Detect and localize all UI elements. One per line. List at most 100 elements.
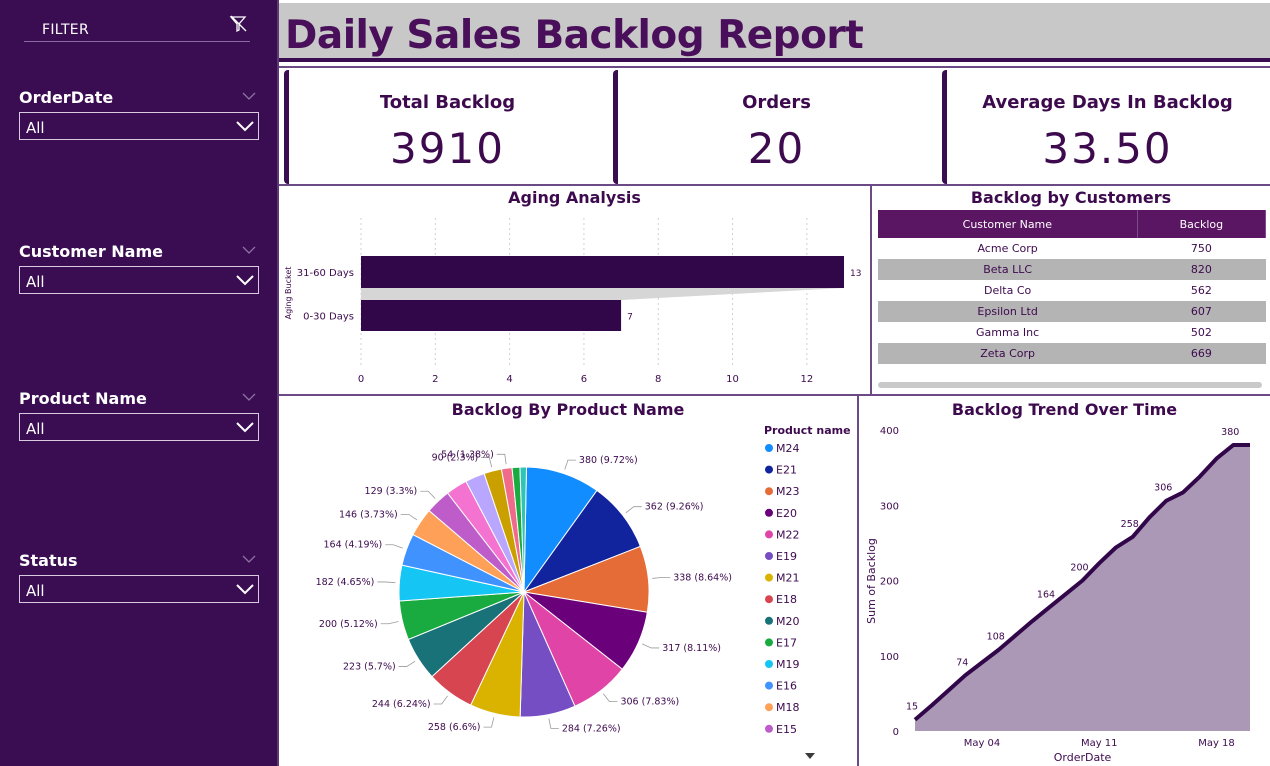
table-row[interactable]: Gamma Inc 502 [878, 322, 1266, 343]
data-label: 7 [627, 313, 633, 323]
kpi-label: Average Days In Backlog [982, 92, 1233, 113]
clear-filter-icon[interactable] [228, 14, 248, 34]
cell-backlog: 607 [1137, 301, 1266, 322]
legend-marker [765, 508, 773, 517]
backlog-area-chart: 400 300 200 100 0 15 74 108 164 200 258 306 380 May 0… [865, 426, 1250, 764]
horizontal-scrollbar[interactable] [878, 382, 1262, 388]
customer-table: Customer Name Backlog Acme Corp 750 Beta … [878, 210, 1267, 364]
y-tick-label: 0 [893, 727, 899, 738]
kpi-card-total-backlog[interactable]: Total Backlog 3910 [284, 70, 606, 184]
table-row[interactable]: Epsilon Ltd 607 [878, 301, 1266, 322]
leader-line [496, 453, 507, 465]
collapse-chevron-icon[interactable] [241, 88, 257, 104]
leader-line [603, 693, 618, 703]
collapse-chevron-icon[interactable] [241, 389, 257, 405]
table-row[interactable]: Beta LLC 820 [878, 259, 1266, 280]
backlog-by-customers-visual[interactable]: Backlog by Customers Customer Name Backl… [872, 186, 1270, 396]
column-header-backlog[interactable]: Backlog [1137, 210, 1267, 238]
x-tick-label: 10 [726, 374, 739, 385]
legend-marker [765, 465, 773, 474]
cell-customer: Gamma Inc [976, 326, 1040, 339]
kpi-value: 20 [747, 124, 806, 173]
cell-backlog: 502 [1190, 326, 1212, 339]
legend-marker [765, 638, 773, 647]
x-tick-label: 0 [358, 374, 364, 385]
leader-line [400, 513, 418, 521]
report-canvas: Daily Sales Backlog Report Total Backlog… [277, 0, 1270, 766]
x-tick-label: 12 [800, 374, 813, 385]
legend-item: E18 [776, 593, 797, 606]
table-row[interactable]: Zeta Corp 669 [878, 343, 1266, 364]
slicer-status: Status All [19, 551, 259, 603]
collapse-chevron-icon[interactable] [241, 242, 257, 258]
status-dropdown[interactable]: All [19, 575, 259, 603]
point-data-label: 108 [987, 632, 1005, 643]
slice-data-label: 362 (9.26%) [645, 502, 704, 513]
aging-analysis-visual[interactable]: Aging Analysis 0 2 4 6 8 10 12 31-60 Days 13 0-30… [279, 186, 872, 396]
table-row[interactable]: Acme Corp 750 [878, 238, 1266, 259]
leader-line [380, 621, 399, 625]
product-pie-chart: 380 (9.72%) 362 (9.26%) 338 (8.64%) 317 (8.… [316, 424, 851, 759]
y-tick-label: 400 [880, 426, 899, 437]
legend-marker [765, 487, 773, 496]
column-header-customer-name[interactable]: Customer Name [878, 210, 1138, 238]
chevron-down-icon [236, 275, 254, 286]
legend-item: M24 [776, 442, 800, 455]
point-data-label: 164 [1037, 590, 1055, 601]
kpi-label: Total Backlog [379, 92, 516, 113]
leader-line [652, 576, 671, 579]
kpi-row: Total Backlog 3910 Orders 20 Average Day… [279, 66, 1270, 186]
cell-customer: Epsilon Ltd [878, 301, 1138, 322]
x-tick-label: May 11 [1081, 738, 1118, 749]
slice-data-label: 223 (5.7%) [343, 662, 396, 673]
slice-data-label: 200 (5.12%) [319, 619, 378, 630]
x-tick-label: 6 [581, 374, 587, 385]
dropdown-value: All [26, 119, 45, 137]
y-tick-label: 31-60 Days [297, 268, 354, 279]
orderdate-dropdown[interactable]: All [19, 112, 259, 140]
legend-item: E20 [776, 507, 797, 520]
legend-item: E16 [776, 680, 797, 693]
area-fill [915, 445, 1250, 731]
legend-title: Product name [764, 424, 851, 437]
cell-backlog: 562 [1190, 284, 1212, 297]
y-tick-label: 300 [880, 501, 899, 512]
legend-marker [765, 616, 773, 625]
y-axis-label: Aging Bucket [284, 267, 293, 320]
y-tick-label: 0-30 Days [303, 312, 354, 323]
report-title: Daily Sales Backlog Report [285, 13, 864, 58]
kpi-card-average-days[interactable]: Average Days In Backlog 33.50 [942, 70, 1268, 184]
leader-line [641, 643, 660, 649]
chevron-down-icon [236, 584, 254, 595]
leader-line [625, 506, 642, 514]
point-data-label: 380 [1221, 427, 1239, 438]
table-row[interactable]: Delta Co 562 [878, 280, 1266, 301]
leader-line [564, 459, 576, 470]
legend-marker [765, 573, 773, 582]
bar [361, 300, 622, 331]
dropdown-value: All [26, 420, 45, 438]
collapse-chevron-icon[interactable] [241, 551, 257, 567]
legend-item: M23 [776, 485, 800, 498]
filter-pane: FILTER OrderDate All Customer Name All P… [0, 0, 277, 766]
product-name-dropdown[interactable]: All [19, 413, 259, 441]
legend-item: E15 [776, 723, 797, 736]
legend-marker [765, 552, 773, 560]
kpi-card-orders[interactable]: Orders 20 [613, 70, 935, 184]
slicer-title: Product Name [19, 389, 147, 408]
customer-name-dropdown[interactable]: All [19, 266, 259, 294]
x-tick-label: 8 [655, 374, 661, 385]
slice-data-label: 244 (6.24%) [372, 699, 431, 710]
backlog-trend-visual[interactable]: Backlog Trend Over Time 400 300 200 100 0 15 7… [859, 396, 1270, 766]
cell-backlog: 750 [1190, 242, 1212, 255]
data-label: 13 [850, 269, 861, 279]
kpi-label: Orders [742, 92, 811, 113]
point-data-label: 200 [1070, 563, 1088, 574]
slice-data-label: 182 (4.65%) [316, 577, 375, 588]
point-data-label: 306 [1154, 483, 1172, 494]
dropdown-value: All [26, 582, 45, 600]
backlog-by-product-visual[interactable]: Backlog By Product Name 380 (9.72%) 362 (… [279, 396, 859, 766]
slice-data-label: 258 (6.6%) [428, 722, 481, 733]
leader-line [548, 718, 559, 729]
chevron-down-icon [236, 422, 254, 433]
